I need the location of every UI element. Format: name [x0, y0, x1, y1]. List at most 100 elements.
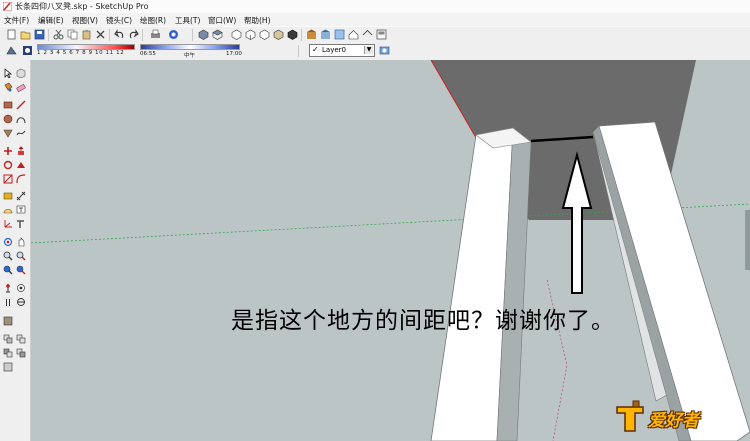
warehouse-icon[interactable] — [306, 29, 317, 40]
zoom-extents-icon[interactable] — [3, 265, 13, 275]
line-icon[interactable] — [16, 100, 26, 110]
components-icon[interactable] — [334, 29, 345, 40]
shadow-settings-icon[interactable] — [6, 45, 17, 56]
text-icon[interactable] — [16, 205, 26, 215]
model-info-icon[interactable] — [168, 29, 179, 40]
push-pull-icon[interactable] — [16, 146, 26, 156]
xray-icon[interactable] — [287, 29, 298, 40]
menu-bar: 文件(F) 编辑(E) 视图(V) 镜头(C) 绘图(R) 工具(T) 窗口(W… — [0, 13, 750, 26]
toolbar-separator — [48, 29, 49, 41]
model-viewport[interactable]: 是指这个地方的间距吧？谢谢你了。 爱好者 — [31, 60, 750, 441]
offset-icon[interactable] — [16, 174, 26, 184]
tool-palette — [0, 60, 31, 441]
circle-icon[interactable] — [3, 114, 13, 124]
time-end-label: 17:00 — [226, 51, 242, 57]
section-icon[interactable] — [16, 297, 26, 307]
share-model-icon[interactable] — [320, 29, 331, 40]
layer-current-value: Layer0 — [322, 46, 346, 54]
previous-icon[interactable] — [16, 265, 26, 275]
time-start-label: 06:55 — [140, 51, 156, 57]
layer-dropdown[interactable]: ✓ Layer0 ▼ — [309, 44, 375, 57]
polygon-icon[interactable] — [3, 128, 13, 138]
month-ticks: 1 2 3 4 5 6 7 8 9 10 11 12 — [37, 50, 125, 56]
top-view-icon[interactable] — [212, 29, 223, 40]
save-icon[interactable] — [34, 29, 45, 40]
menu-window[interactable]: 窗口(W) — [208, 15, 236, 26]
display-shadows-icon[interactable] — [22, 45, 33, 56]
paste-icon[interactable] — [81, 29, 92, 40]
back-view-icon[interactable] — [259, 29, 270, 40]
home-icon[interactable] — [348, 29, 359, 40]
pan-icon[interactable] — [16, 237, 26, 247]
model-scene — [31, 60, 750, 441]
eraser-icon[interactable] — [16, 82, 26, 92]
window-title: 长条四仰八叉凳.skp - SketchUp Pro — [15, 2, 149, 11]
axes-icon[interactable] — [3, 219, 13, 229]
woodworking-logo-icon — [616, 400, 644, 432]
right-view-icon[interactable] — [245, 29, 256, 40]
shadow-layer-toolbar: 1 2 3 4 5 6 7 8 9 10 11 12 06:55 中午 17:0… — [0, 42, 750, 61]
zoom-window-icon[interactable] — [16, 251, 26, 261]
scale-icon[interactable] — [3, 174, 13, 184]
toolbar-separator — [142, 29, 143, 41]
iso-view-icon[interactable] — [198, 29, 209, 40]
trim-icon[interactable] — [16, 348, 26, 358]
freehand-icon[interactable] — [16, 128, 26, 138]
cut-icon[interactable] — [53, 29, 64, 40]
menu-tools[interactable]: 工具(T) — [175, 15, 200, 26]
print-icon[interactable] — [150, 29, 161, 40]
copy-icon[interactable] — [67, 29, 78, 40]
dimension-icon[interactable] — [16, 191, 26, 201]
annotation-text: 是指这个地方的间距吧？谢谢你了。 — [231, 308, 615, 334]
toolbar-separator — [298, 45, 299, 57]
scroll-hint — [745, 210, 750, 270]
layout-icon[interactable] — [376, 29, 387, 40]
sketchup-app-icon — [3, 2, 12, 11]
menu-edit[interactable]: 编辑(E) — [38, 15, 64, 26]
undo-icon[interactable] — [114, 29, 125, 40]
layer-check-icon: ✓ — [312, 45, 319, 54]
intersect-icon[interactable] — [3, 334, 13, 344]
extension-icon[interactable] — [362, 29, 373, 40]
watermark-logo: 爱好者 — [613, 399, 731, 435]
erase-icon[interactable] — [95, 29, 106, 40]
tape-icon[interactable] — [3, 191, 13, 201]
layer-manager-icon[interactable] — [379, 45, 390, 56]
logo-wordmark: 爱好者 — [648, 411, 699, 431]
time-slider[interactable] — [140, 44, 240, 50]
rectangle-icon[interactable] — [3, 100, 13, 110]
time-noon-label: 中午 — [184, 53, 196, 59]
3d-text-icon[interactable] — [16, 219, 26, 229]
toolbar-separator — [109, 29, 110, 41]
union-icon[interactable] — [16, 334, 26, 344]
orbit-icon[interactable] — [3, 237, 13, 247]
left-view-icon[interactable] — [273, 29, 284, 40]
zoom-icon[interactable] — [3, 251, 13, 261]
menu-view[interactable]: 视图(V) — [72, 15, 98, 26]
menu-file[interactable]: 文件(F) — [4, 15, 29, 26]
arc-icon[interactable] — [16, 114, 26, 124]
new-icon[interactable] — [6, 29, 17, 40]
menu-draw[interactable]: 绘图(R) — [140, 15, 166, 26]
position-camera-icon[interactable] — [3, 283, 13, 293]
walk-icon[interactable] — [3, 297, 13, 307]
split-icon[interactable] — [3, 362, 13, 372]
menu-help[interactable]: 帮助(H) — [244, 15, 271, 26]
chevron-down-icon[interactable]: ▼ — [364, 46, 373, 54]
menu-camera[interactable]: 镜头(C) — [106, 15, 132, 26]
front-view-icon[interactable] — [231, 29, 242, 40]
redo-icon[interactable] — [128, 29, 139, 40]
component-icon[interactable] — [16, 68, 26, 78]
subtract-icon[interactable] — [3, 348, 13, 358]
paint-icon[interactable] — [3, 82, 13, 92]
group-panel-icon[interactable] — [3, 316, 13, 326]
toolbar-separator — [301, 29, 302, 41]
rotate-icon[interactable] — [3, 160, 13, 170]
open-icon[interactable] — [20, 29, 31, 40]
protractor-icon[interactable] — [3, 205, 13, 215]
follow-me-icon[interactable] — [16, 160, 26, 170]
look-around-icon[interactable] — [16, 283, 26, 293]
select-icon[interactable] — [3, 68, 13, 78]
move-icon[interactable] — [3, 146, 13, 156]
toolbar-separator — [192, 29, 193, 41]
